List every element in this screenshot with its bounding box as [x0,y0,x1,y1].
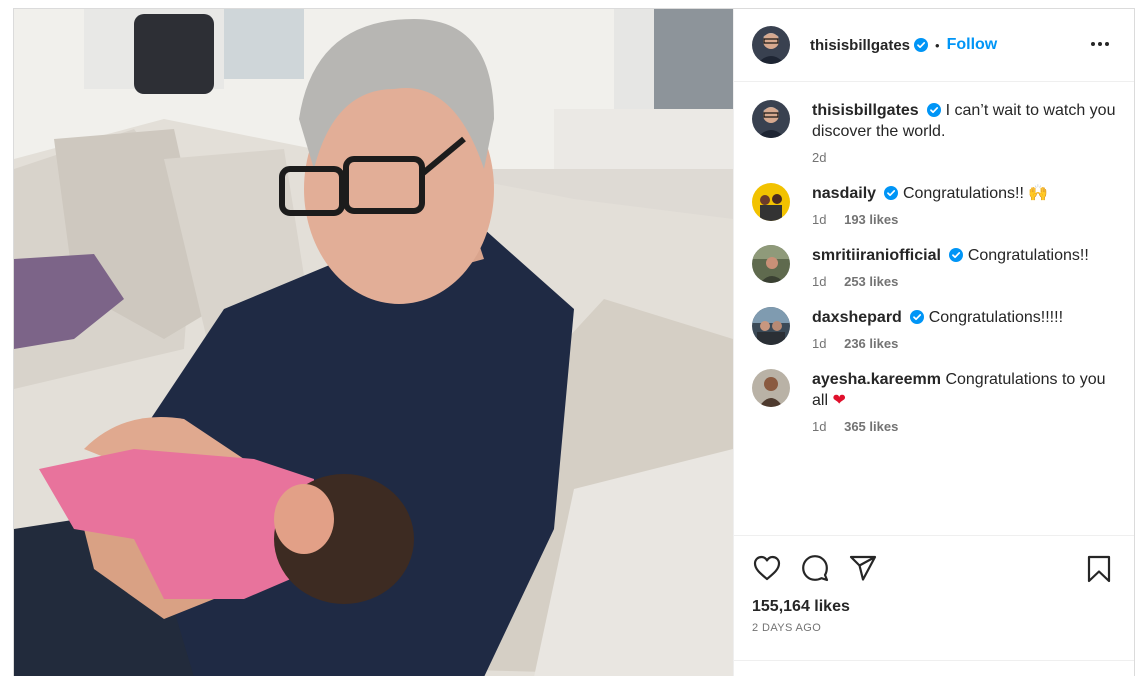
comment-username[interactable]: smritiiraniofficial [812,247,941,264]
verified-badge-icon [949,248,964,262]
comment-item: smritiiraniofficial Congratulations!! 1d… [752,245,1116,289]
commenter-avatar[interactable] [752,307,790,345]
comment-username[interactable]: nasdaily [812,185,876,202]
share-icon [849,555,877,581]
author-avatar[interactable] [752,26,790,64]
caption-time[interactable]: 2d [812,150,826,165]
verified-badge-icon [927,103,942,117]
comment-likes[interactable]: 253 likes [844,274,898,289]
more-options-icon[interactable] [1090,36,1110,52]
comment-text: Congratulations!!!!! [928,309,1064,326]
comment-item: daxshepard Congratulations!!!!! 1d 236 l… [752,307,1116,351]
comment-time[interactable]: 1d [812,274,826,289]
instagram-post: thisisbillgates • Follow thisisbillgates… [13,8,1135,676]
author-username[interactable]: thisisbillgates [810,37,910,54]
comment-item: ayesha.kareemm Congratulations to you al… [752,369,1116,434]
comment-button[interactable] [800,553,830,583]
comment-item: nasdaily Congratulations!! 🙌 1d 193 like… [752,183,1116,227]
comment-input-area [734,660,1134,676]
commenter-avatar[interactable] [752,245,790,283]
post-timestamp[interactable]: 2 DAYS AGO [752,622,1116,634]
post-header: thisisbillgates • Follow [734,9,1134,82]
comment-likes[interactable]: 236 likes [844,336,898,351]
post-sidebar: thisisbillgates • Follow thisisbillgates… [733,9,1134,676]
share-button[interactable] [848,553,878,583]
action-icons [752,552,1116,584]
verified-badge-icon [910,310,925,324]
verified-badge-icon [884,186,899,200]
comment-icon [802,555,829,582]
post-photo[interactable] [14,9,733,676]
post-image [14,9,733,676]
comment-time[interactable]: 1d [812,419,826,434]
commenter-avatar[interactable] [752,369,790,407]
comment-text: Congratulations!! [967,247,1089,264]
comment-likes[interactable]: 193 likes [844,212,898,227]
red-heart-emoji: ❤ [832,392,846,409]
like-count[interactable]: 155,164 likes [752,598,1116,616]
comment-likes[interactable]: 365 likes [844,419,898,434]
heart-icon [753,555,781,581]
comment-time[interactable]: 1d [812,212,826,227]
comment-text: Congratulations!! 🙌 [902,185,1049,202]
post-actions: 155,164 likes 2 DAYS AGO [734,535,1134,676]
caption-avatar[interactable] [752,100,790,138]
header-separator: • [935,37,940,53]
like-button[interactable] [752,553,782,583]
commenter-avatar[interactable] [752,183,790,221]
comment-username[interactable]: daxshepard [812,309,902,326]
comment-time[interactable]: 1d [812,336,826,351]
comments-list[interactable]: thisisbillgates I can’t wait to watch yo… [734,82,1134,535]
comment-username[interactable]: ayesha.kareemm [812,371,941,388]
caption-username[interactable]: thisisbillgates [812,102,919,119]
post-caption: thisisbillgates I can’t wait to watch yo… [752,100,1116,165]
bookmark-icon[interactable] [1086,555,1112,583]
follow-button[interactable]: Follow [947,36,998,54]
verified-badge-icon [914,38,929,52]
